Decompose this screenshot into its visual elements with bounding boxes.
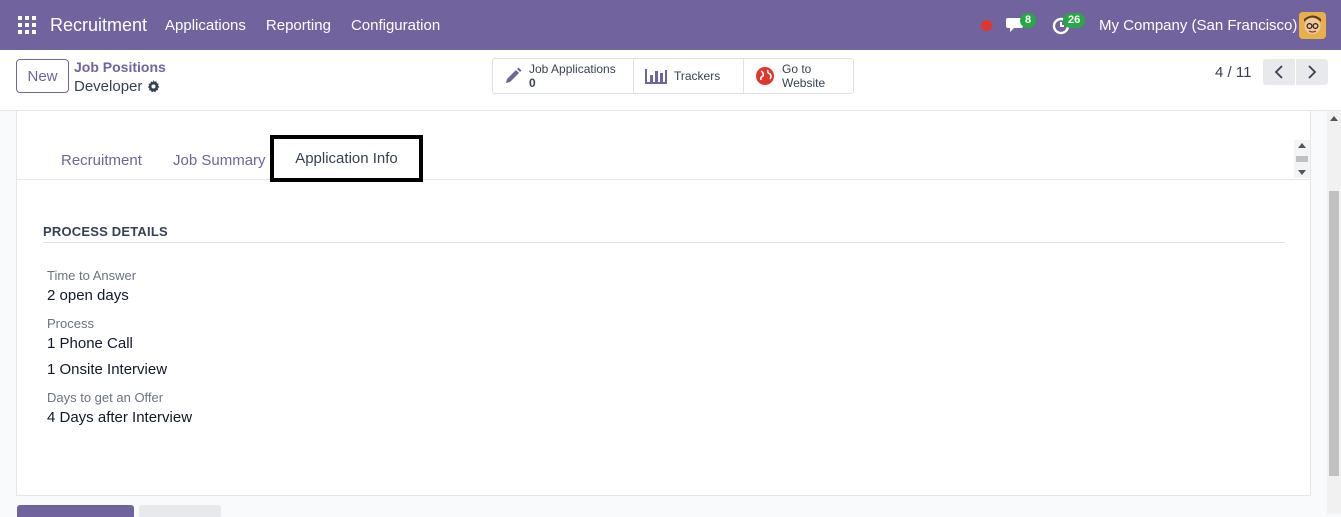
process-step-phone-call[interactable]: 1 Phone Call <box>47 335 133 352</box>
pager-value[interactable]: 4 / 11 <box>1215 64 1251 81</box>
gear-icon[interactable] <box>147 80 160 93</box>
pager-next-button[interactable] <box>1296 59 1328 85</box>
top-navbar: Recruitment Applications Reporting Confi… <box>0 0 1341 50</box>
trackers-label: Trackers <box>674 69 721 83</box>
apps-grid-icon[interactable] <box>18 16 36 34</box>
section-divider <box>43 242 1285 243</box>
page-scrollbar[interactable] <box>1327 111 1341 514</box>
tab-application-info[interactable]: Application Info <box>270 135 423 182</box>
chevron-left-icon <box>1274 65 1283 79</box>
website-label-line2: Website <box>782 76 826 90</box>
trackers-button[interactable]: Trackers <box>634 59 744 93</box>
scroll-up-icon[interactable] <box>1327 112 1341 124</box>
tabs-scrollbar[interactable] <box>1294 140 1310 178</box>
tab-job-summary[interactable]: Job Summary <box>173 152 266 169</box>
chevron-right-icon <box>1308 65 1317 79</box>
time-to-answer-label: Time to Answer <box>47 268 137 283</box>
days-to-offer-label: Days to get an Offer <box>47 390 164 405</box>
menu-applications[interactable]: Applications <box>165 17 246 34</box>
job-applications-button[interactable]: Job Applications 0 <box>493 59 634 93</box>
website-label-line1: Go to <box>782 62 812 76</box>
globe-icon <box>756 67 774 85</box>
bar-chart-icon <box>645 69 667 84</box>
record-title: Developer <box>74 78 143 95</box>
scroll-arrows-icon <box>1296 143 1308 175</box>
chatter-secondary-button[interactable] <box>139 505 221 517</box>
process-step-onsite-interview[interactable]: 1 Onsite Interview <box>47 361 167 378</box>
days-to-offer-value[interactable]: 4 Days after Interview <box>47 409 192 426</box>
control-panel: New Job Positions Developer Job Applicat… <box>0 50 1341 111</box>
notebook-tabs: Recruitment Job Summary Application Info <box>17 134 1310 182</box>
app-name[interactable]: Recruitment <box>50 15 147 36</box>
scroll-thumb[interactable] <box>1329 191 1339 476</box>
form-sheet: Recruitment Job Summary Application Info… <box>16 111 1311 496</box>
pager-previous-button[interactable] <box>1263 59 1295 85</box>
activities-badge: 26 <box>1063 13 1086 28</box>
pencil-icon <box>506 67 522 83</box>
chatter-primary-button[interactable] <box>17 505 134 517</box>
messages-badge: 8 <box>1020 13 1037 28</box>
breadcrumb-current: Developer <box>74 78 160 95</box>
company-switcher[interactable]: My Company (San Francisco) <box>1099 17 1297 34</box>
new-button[interactable]: New <box>16 59 69 93</box>
job-applications-label: Job Applications <box>529 62 616 76</box>
breadcrumb-job-positions[interactable]: Job Positions <box>74 59 166 75</box>
user-avatar[interactable] <box>1299 12 1326 39</box>
tab-recruitment[interactable]: Recruitment <box>61 152 142 169</box>
go-to-website-button[interactable]: Go to Website <box>744 59 853 93</box>
menu-reporting[interactable]: Reporting <box>266 17 331 34</box>
section-title-process-details: PROCESS DETAILS <box>43 224 168 239</box>
main-menu: Applications Reporting Configuration <box>165 17 440 34</box>
status-indicator-icon[interactable] <box>981 20 992 31</box>
menu-configuration[interactable]: Configuration <box>351 17 440 34</box>
smart-buttons: Job Applications 0 Trackers Go to Websit… <box>492 58 854 94</box>
job-applications-count: 0 <box>529 76 536 90</box>
process-label: Process <box>47 316 94 331</box>
time-to-answer-value[interactable]: 2 open days <box>47 287 129 304</box>
